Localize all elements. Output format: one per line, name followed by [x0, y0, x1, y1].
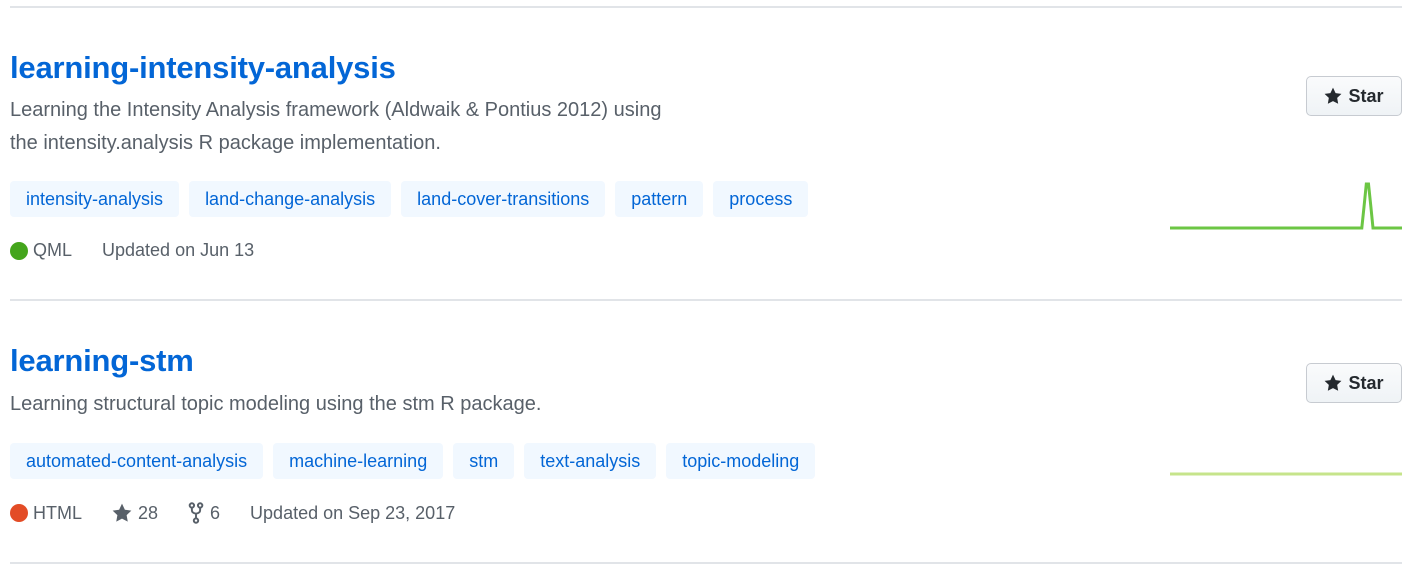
updated-label: Updated on Jun 13 [102, 240, 255, 260]
repo-item-learning-stm: learning-stm Learning structural topic m… [10, 342, 1402, 542]
language-color-dot [10, 504, 28, 522]
topic-tag[interactable]: process [713, 181, 809, 217]
activity-sparkline [1170, 182, 1402, 230]
topic-list: automated-content-analysis machine-learn… [10, 443, 816, 479]
topic-tag[interactable]: topic-modeling [666, 443, 816, 479]
topic-tag[interactable]: land-cover-transitions [401, 181, 606, 217]
repo-name-link[interactable]: learning-stm [10, 343, 194, 379]
repo-description-line: Learning the Intensity Analysis framewor… [10, 99, 662, 121]
updated-label: Updated on Sep 23, 2017 [250, 502, 456, 523]
topic-tag[interactable]: text-analysis [524, 443, 657, 479]
language-label: QML [33, 240, 73, 260]
star-icon [1325, 87, 1342, 104]
divider-bottom [10, 562, 1402, 564]
divider-top [10, 6, 1402, 8]
topic-tag[interactable]: stm [453, 443, 515, 479]
topic-list: intensity-analysis land-change-analysis … [10, 181, 809, 217]
topic-tag[interactable]: pattern [615, 181, 704, 217]
repo-description: Learning structural topic modeling using… [10, 388, 790, 421]
topic-tag[interactable]: automated-content-analysis [10, 443, 264, 479]
star-button-label: Star [1348, 85, 1384, 106]
language-item: QML [10, 240, 72, 261]
repo-description-line: the intensity.analysis R package impleme… [10, 132, 441, 154]
repo-name-link[interactable]: learning-intensity-analysis [10, 50, 396, 86]
star-icon [112, 503, 132, 522]
topic-tag[interactable]: machine-learning [273, 443, 444, 479]
language-label: HTML [33, 502, 82, 523]
activity-sparkline [1170, 472, 1402, 476]
repo-description: Learning the Intensity Analysis framewor… [10, 94, 790, 160]
star-button[interactable]: Star [1306, 76, 1402, 116]
star-count: 28 [138, 502, 159, 523]
sparkline-path [1170, 182, 1402, 230]
language-color-dot [10, 241, 28, 260]
topic-tag[interactable]: intensity-analysis [10, 181, 180, 217]
star-button-label: Star [1348, 372, 1384, 393]
divider [10, 299, 1402, 301]
repo-meta: QML Updated on Jun 13 [10, 240, 284, 261]
star-button[interactable]: Star [1306, 363, 1402, 403]
language-item: HTML [10, 503, 82, 524]
topic-tag[interactable]: land-change-analysis [189, 181, 392, 217]
repo-meta: HTML 28 6 Updated on Sep 23, 2017 [10, 502, 485, 524]
fork-count: 6 [210, 502, 221, 523]
forks-link[interactable]: 6 [188, 502, 220, 524]
repo-description-line: Learning structural topic modeling using… [10, 393, 542, 415]
fork-icon [188, 502, 204, 524]
repo-item-learning-intensity-analysis: learning-intensity-analysis Learning the… [10, 48, 1402, 278]
star-icon [1325, 374, 1342, 391]
stargazers-link[interactable]: 28 [112, 503, 158, 524]
